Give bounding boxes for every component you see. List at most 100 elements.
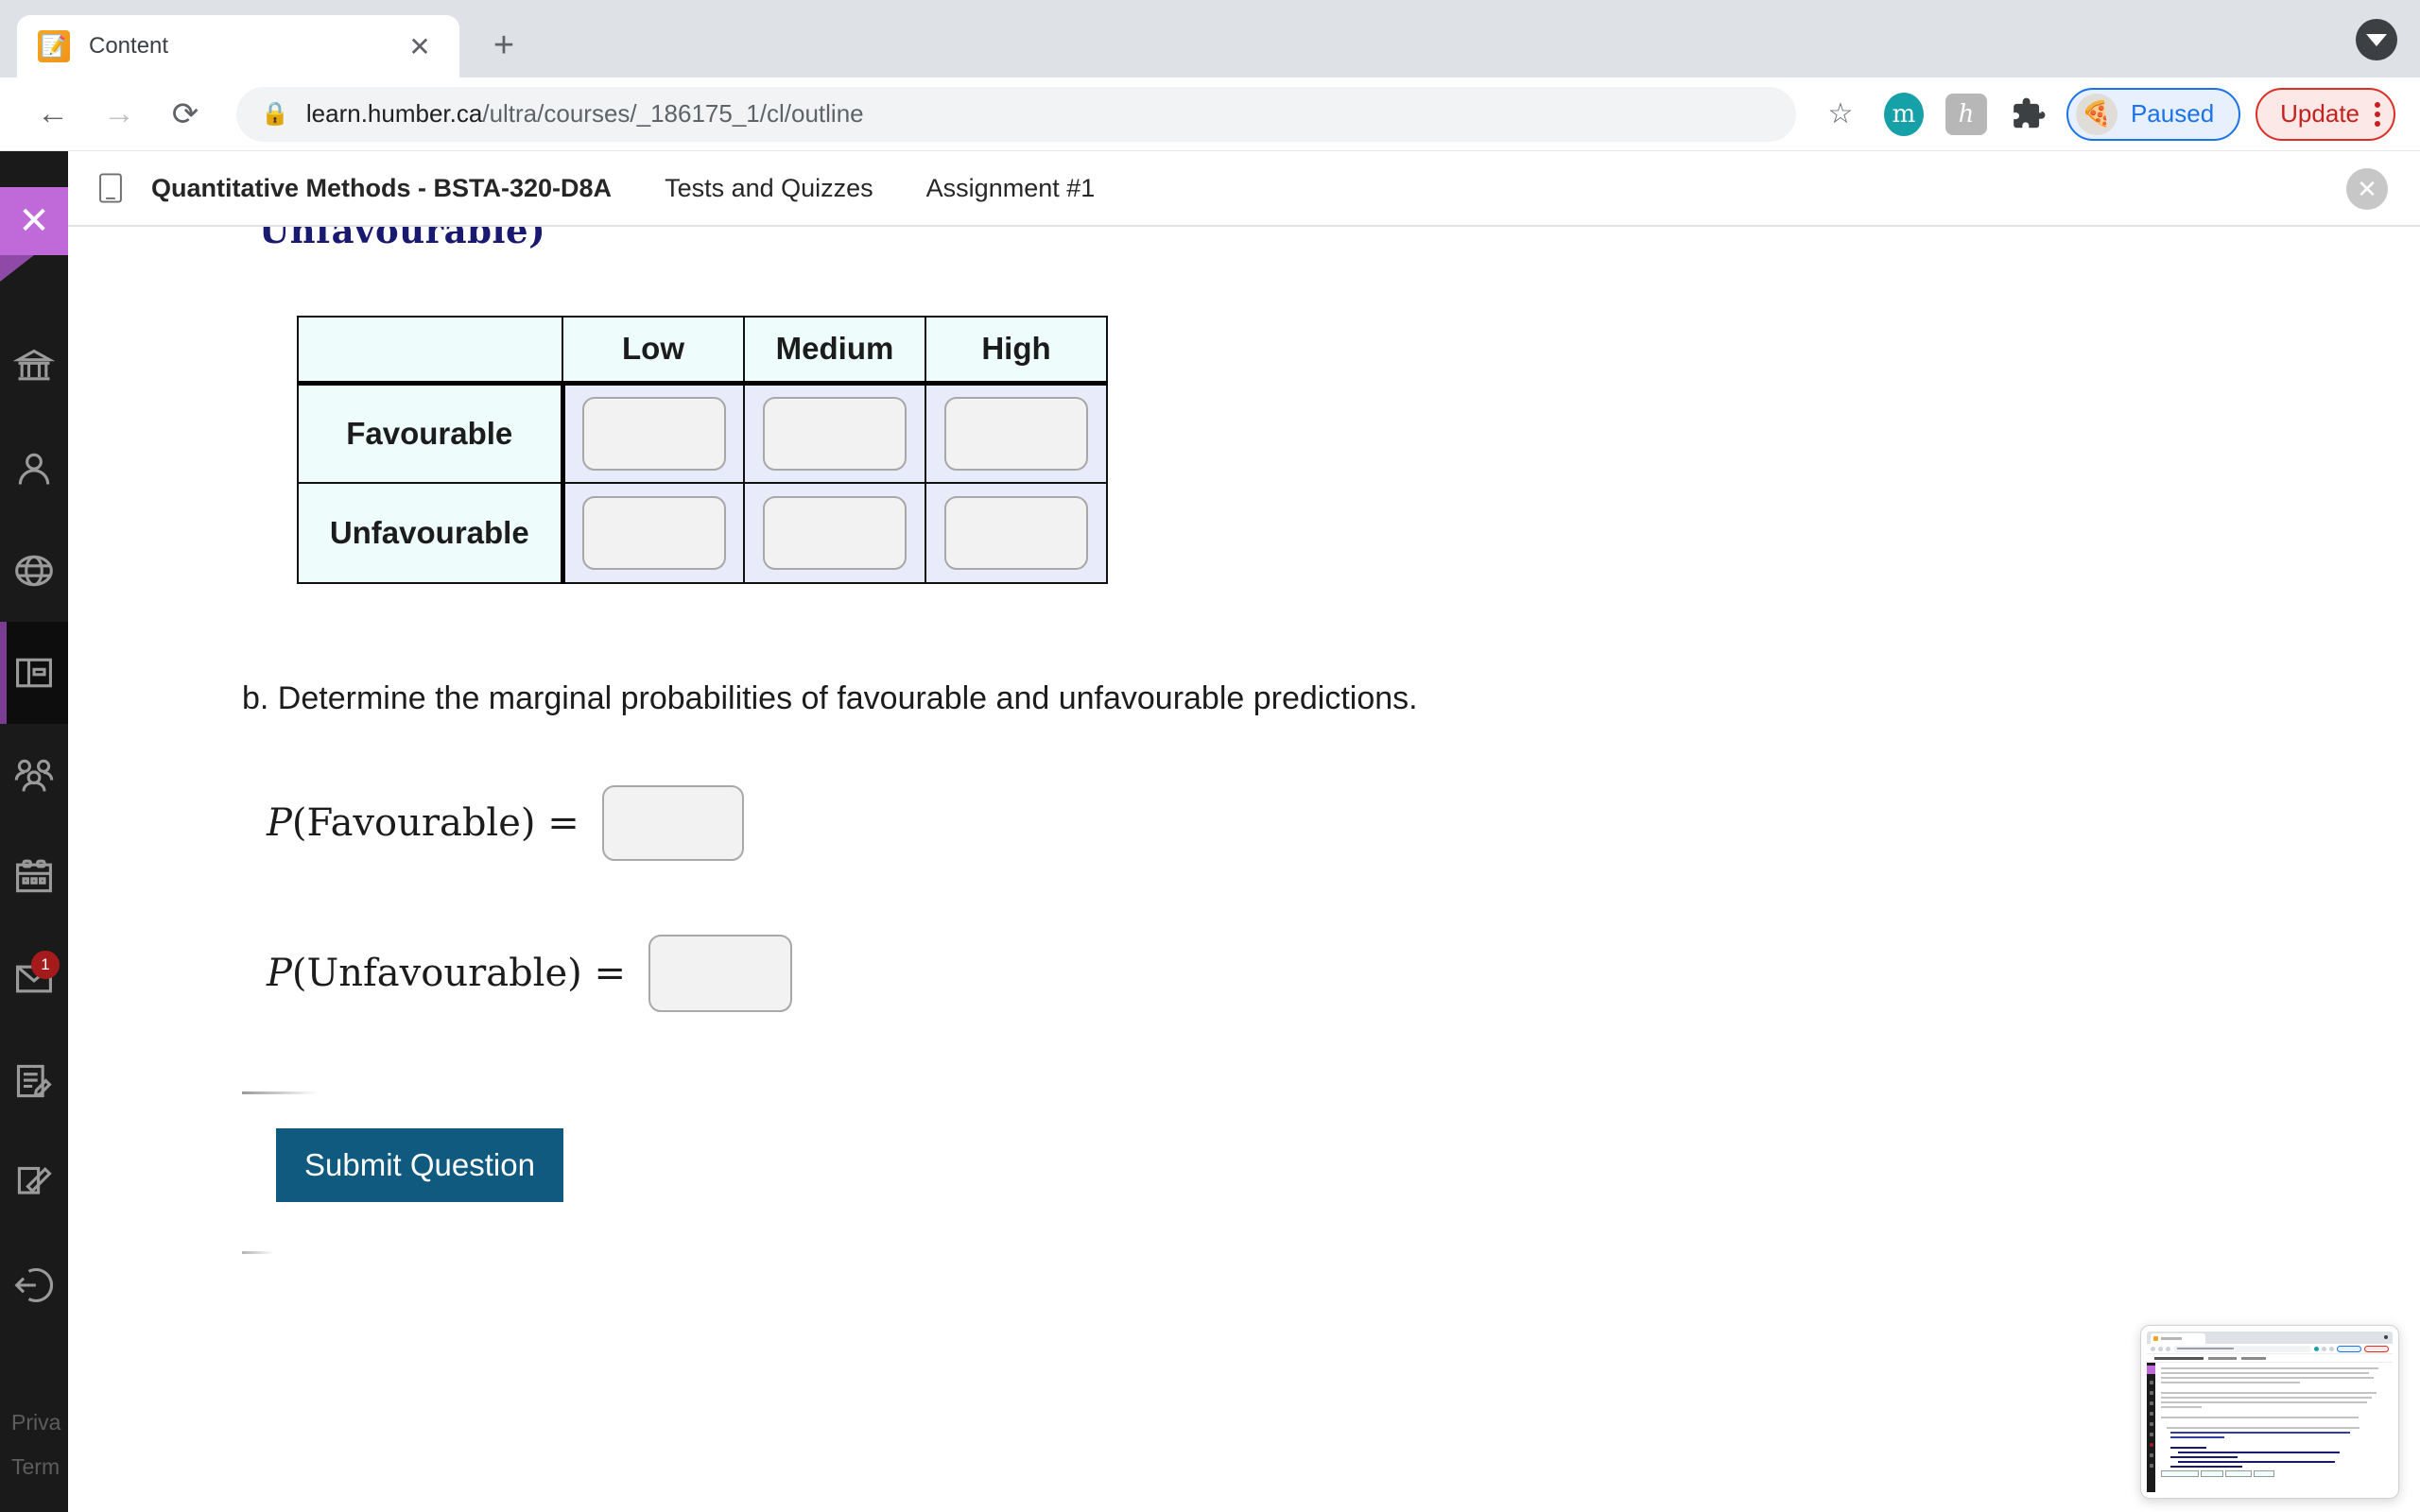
table-row: Favourable [297, 382, 1108, 484]
thumb-back-icon [2151, 1346, 2155, 1351]
puzzle-piece-icon[interactable] [2004, 90, 2053, 139]
thumb-body [2147, 1363, 2393, 1492]
equals-sign: = [547, 801, 579, 845]
lock-icon: 🔒 [261, 101, 289, 127]
input-unfavourable-high[interactable] [944, 496, 1088, 570]
sidebar-item-grades[interactable] [0, 1030, 68, 1132]
privacy-link[interactable]: Priva [11, 1410, 68, 1435]
pencil-note-icon: 📝 [38, 30, 70, 62]
thumb-link-1 [2208, 1356, 2237, 1360]
row-header-unfavourable: Unfavourable [297, 482, 565, 584]
sidebar-item-sign-out[interactable] [0, 1234, 68, 1336]
equation-unfavourable: P(Unfavourable) = [267, 935, 2420, 1012]
close-circle-icon[interactable]: ✕ [2346, 168, 2388, 210]
sidebar-item-activity-stream[interactable] [0, 520, 68, 622]
thumb-text-line [2167, 1427, 2360, 1429]
cell-unfavourable-medium[interactable] [743, 482, 926, 584]
thumb-table-cell [2201, 1470, 2223, 1477]
arrow-left-icon[interactable]: ← [25, 86, 81, 143]
equation-unfavourable-body: (Unfavourable) [291, 952, 582, 995]
url-host: learn.humber.ca [305, 99, 483, 128]
terms-link[interactable]: Term [11, 1454, 68, 1480]
input-unfavourable-low[interactable] [581, 496, 726, 570]
thumb-update-pill [2364, 1345, 2389, 1352]
input-favourable-low[interactable] [581, 396, 726, 471]
input-p-unfavourable[interactable] [648, 935, 792, 1012]
global-navigation-rail: ✕ 1 Priva Term [0, 151, 68, 1512]
arrow-right-icon[interactable]: → [91, 86, 147, 143]
thumb-text-line [2161, 1401, 2368, 1403]
submit-question-button[interactable]: Submit Question [276, 1128, 563, 1202]
input-favourable-medium[interactable] [763, 396, 907, 471]
honey-extension-icon[interactable]: h [1942, 90, 1991, 139]
reload-icon[interactable]: ⟳ [157, 86, 214, 143]
thumb-rail-item [2149, 1433, 2153, 1436]
sidebar-item-tools[interactable] [0, 1132, 68, 1234]
part-b-prompt: b. Determine the marginal probabilities … [242, 680, 1418, 716]
thumb-rail-item [2149, 1401, 2153, 1405]
thumb-tab [2151, 1333, 2205, 1344]
sidebar-item-calendar[interactable] [0, 826, 68, 928]
paused-status-pill[interactable]: 🍕 Paused [2066, 87, 2241, 141]
globe-icon [15, 555, 53, 587]
input-unfavourable-medium[interactable] [763, 496, 907, 570]
tab-strip: 📝 Content ✕ + [0, 0, 2420, 77]
table-header-row: Low Medium High [297, 316, 1108, 386]
sidebar-item-messages[interactable]: 1 [0, 928, 68, 1030]
rail-item-list: 1 [0, 316, 68, 1336]
cell-favourable-high[interactable] [925, 382, 1108, 484]
people-group-icon [14, 759, 54, 792]
thumb-table-cell [2225, 1470, 2252, 1477]
page-preview-thumbnail[interactable] [2140, 1325, 2399, 1499]
thumb-rail-close-icon [2147, 1366, 2155, 1374]
thumb-honey-icon [2322, 1346, 2326, 1351]
breadcrumb-link-assignment[interactable]: Assignment #1 [926, 174, 1096, 203]
star-icon[interactable]: ☆ [1813, 87, 1868, 142]
thumb-breadcrumb [2147, 1354, 2393, 1363]
thumb-text-line-note [2178, 1461, 2335, 1463]
row-header-favourable: Favourable [297, 382, 565, 484]
section-divider-bottom [242, 1251, 274, 1254]
thumb-url-text [2177, 1348, 2234, 1349]
close-icon[interactable]: ✕ [401, 27, 439, 65]
breadcrumb: Quantitative Methods - BSTA-320-D8A Test… [68, 151, 2420, 225]
plus-icon[interactable]: + [475, 16, 533, 75]
thumb-text-line [2161, 1397, 2372, 1399]
thumb-window-control-icon [2384, 1335, 2388, 1339]
chevron-down-circle-icon[interactable] [2356, 19, 2397, 60]
cell-unfavourable-low[interactable] [562, 482, 745, 584]
cell-favourable-low[interactable] [562, 382, 745, 484]
equation-unfavourable-label: P(Unfavourable) = [267, 952, 626, 995]
thumb-rail-item [2149, 1412, 2153, 1416]
profile-badge-label: m [1883, 92, 1924, 136]
sidebar-item-organizations[interactable] [0, 724, 68, 826]
address-bar[interactable]: 🔒 learn.humber.ca/ultra/courses/_186175_… [236, 86, 1796, 142]
thumb-rail-item [2149, 1381, 2153, 1384]
breadcrumb-link-tests-and-quizzes[interactable]: Tests and Quizzes [665, 174, 873, 203]
sidebar-item-courses[interactable] [0, 622, 68, 724]
column-header-low: Low [562, 316, 745, 386]
thumb-text-line [2161, 1372, 2370, 1374]
cell-unfavourable-high[interactable] [925, 482, 1108, 584]
thumb-mini-table [2161, 1470, 2385, 1477]
profile-avatar[interactable]: m [1879, 90, 1928, 139]
courses-panel-icon [16, 658, 52, 688]
thumb-table-cell [2254, 1470, 2274, 1477]
input-p-favourable[interactable] [601, 785, 744, 861]
cell-favourable-medium[interactable] [743, 382, 926, 484]
table-row: Unfavourable [297, 482, 1108, 584]
sidebar-item-institution[interactable] [0, 316, 68, 418]
kebab-menu-icon[interactable] [2375, 101, 2380, 127]
thumb-tab-title [2161, 1337, 2182, 1340]
document-icon [96, 172, 125, 204]
input-favourable-high[interactable] [944, 396, 1088, 471]
page-viewport: ✕ 1 Priva Term Quantitative Methods - BS… [0, 151, 2420, 1512]
sidebar-item-profile[interactable] [0, 418, 68, 520]
browser-tab[interactable]: 📝 Content ✕ [17, 15, 459, 77]
thumb-table-cell [2161, 1470, 2199, 1477]
update-button[interactable]: Update [2256, 87, 2395, 141]
browser-window: 📝 Content ✕ + ← → ⟳ 🔒 learn.humber.ca/ul… [0, 0, 2420, 1512]
institution-icon [13, 349, 55, 381]
honey-badge-label: h [1945, 93, 1987, 135]
rail-close-button[interactable]: ✕ [0, 187, 68, 282]
